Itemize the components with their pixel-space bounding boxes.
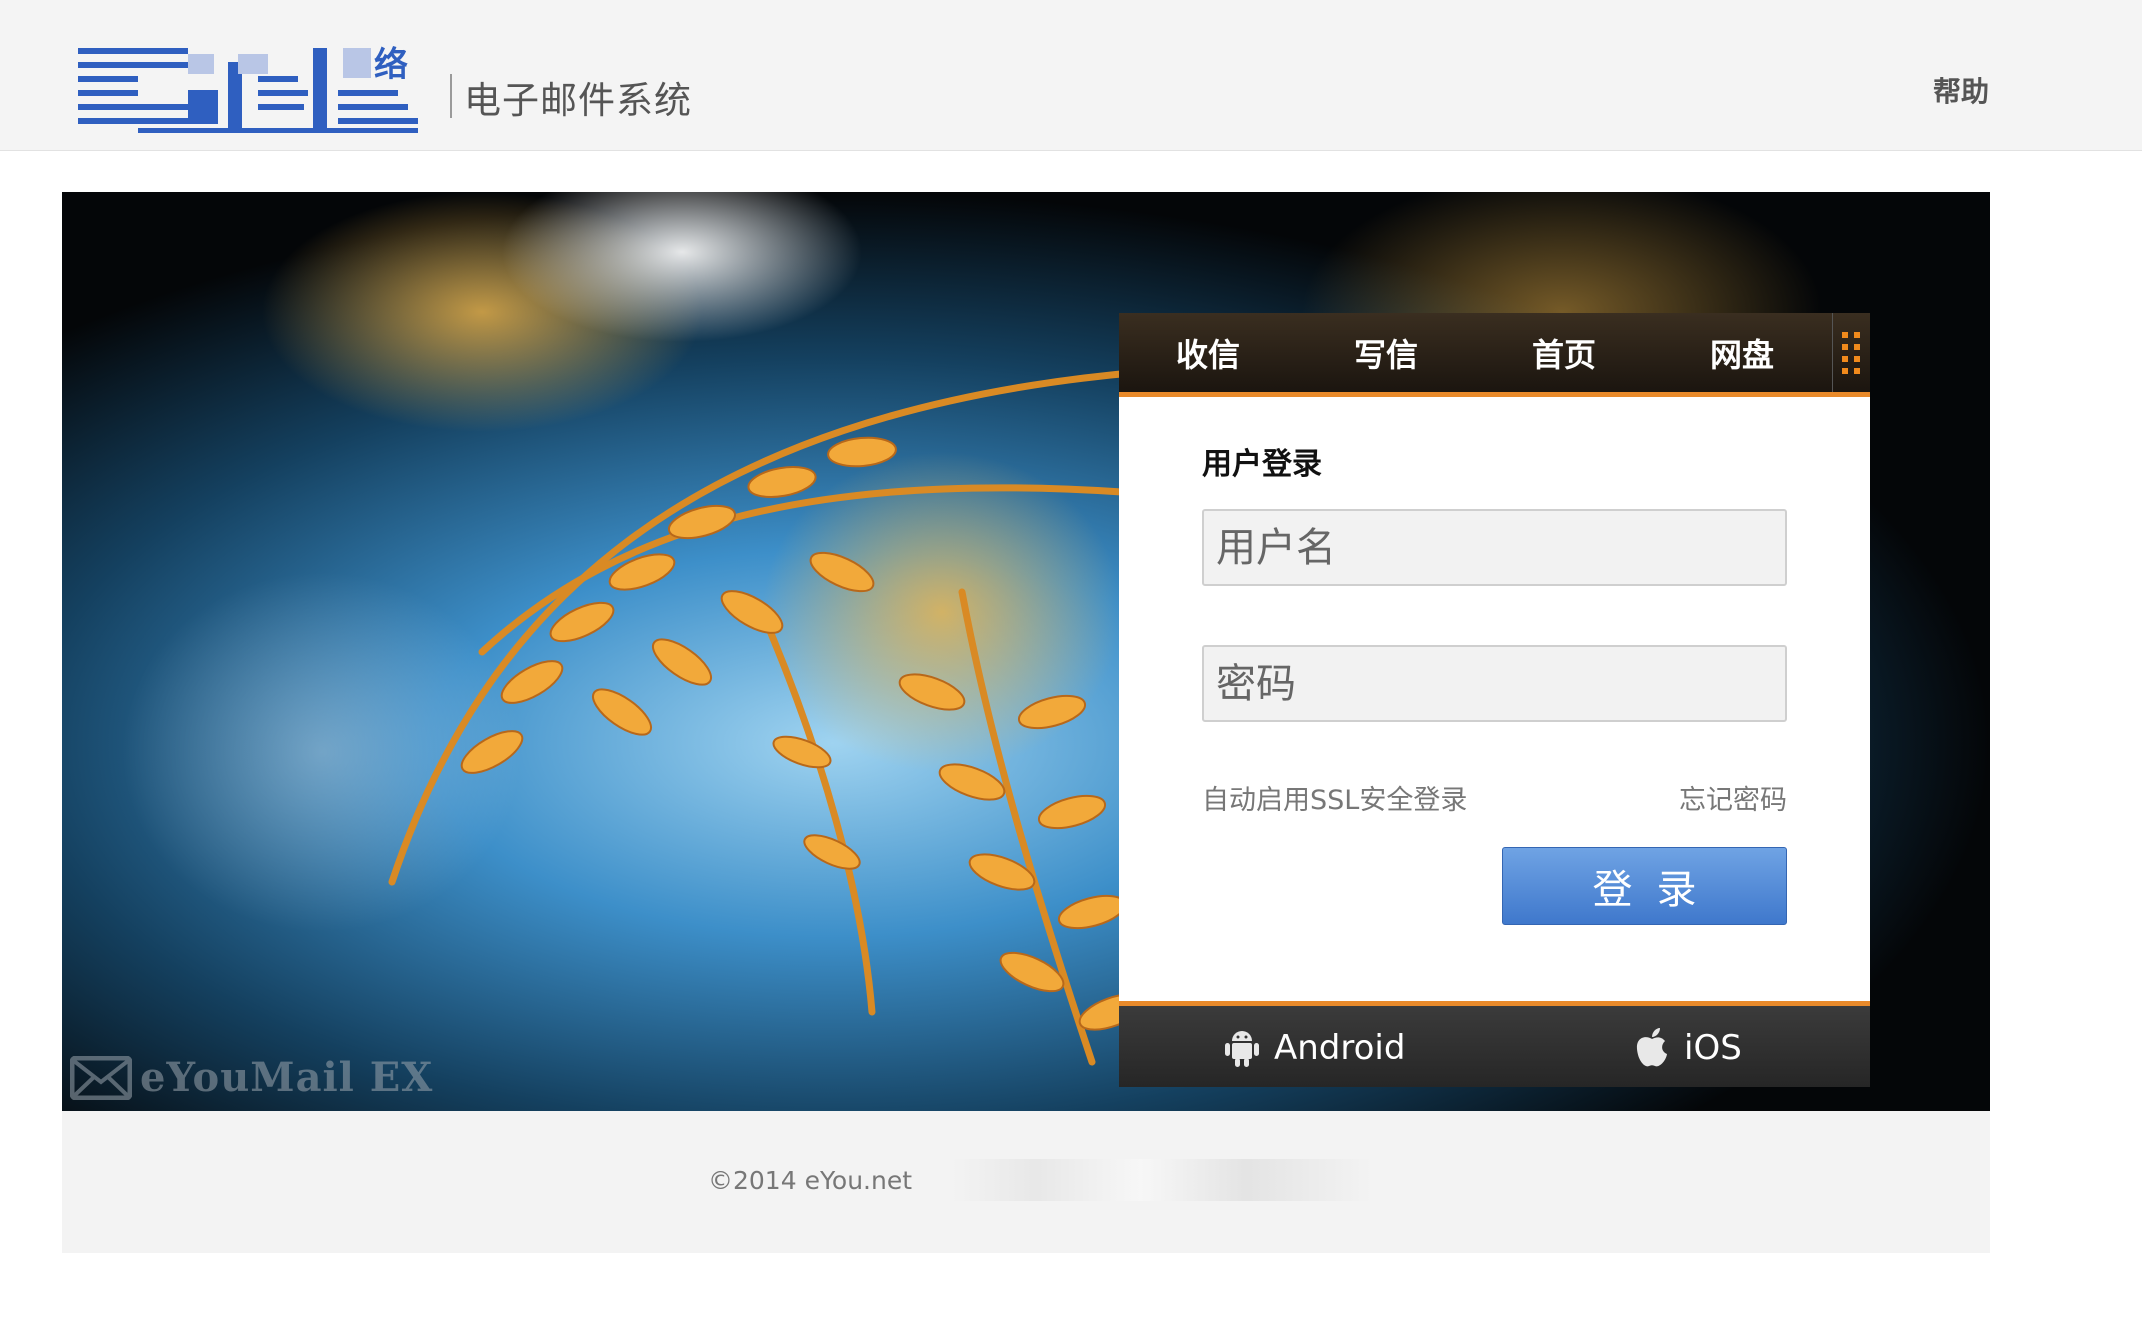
username-input[interactable] <box>1202 509 1787 586</box>
envelope-icon <box>70 1055 132 1100</box>
nav-netdisk[interactable]: 网盘 <box>1653 313 1831 392</box>
help-link[interactable]: 帮助 <box>1933 70 1989 110</box>
copyright-text: ©2014 eYou.net <box>708 1166 913 1195</box>
login-panel: 收信 写信 首页 网盘 用户登录 自动启用SSL安全登录 忘记密码 登录 <box>1119 313 1870 1087</box>
android-app-link[interactable]: Android <box>1224 1020 1405 1076</box>
password-input[interactable] <box>1202 645 1787 722</box>
system-title: 电子邮件系统 <box>464 79 692 122</box>
page-footer: ©2014 eYou.net <box>62 1111 1990 1253</box>
ios-label: iOS <box>1684 1028 1742 1068</box>
android-icon <box>1225 1031 1259 1067</box>
nav-compose[interactable]: 写信 <box>1297 313 1475 392</box>
mobile-apps-bar: Android iOS <box>1119 1001 1870 1087</box>
watermark-text: eYouMail EX <box>140 1054 434 1101</box>
redacted-text <box>952 1159 1372 1201</box>
ssl-login-link[interactable]: 自动启用SSL安全登录 <box>1202 778 1467 817</box>
network-logo-icon: 络 <box>78 45 418 133</box>
login-button[interactable]: 登录 <box>1502 847 1787 925</box>
grid-dots-icon[interactable] <box>1832 313 1870 392</box>
top-header: 络 电子邮件系统 帮助 <box>0 0 2142 151</box>
nav-inbox[interactable]: 收信 <box>1119 313 1297 392</box>
eyoumail-watermark: eYouMail EX <box>70 1054 433 1101</box>
ios-app-link[interactable]: iOS <box>1634 1020 1742 1076</box>
login-heading: 用户登录 <box>1202 447 1322 482</box>
android-label: Android <box>1274 1028 1406 1068</box>
quick-nav: 收信 写信 首页 网盘 <box>1119 313 1870 397</box>
login-form: 用户登录 自动启用SSL安全登录 忘记密码 登录 <box>1119 397 1870 1001</box>
nav-home[interactable]: 首页 <box>1475 313 1653 392</box>
forgot-password-link[interactable]: 忘记密码 <box>1679 778 1787 817</box>
logo-glyph: 络 <box>374 45 408 85</box>
apple-icon <box>1636 1028 1667 1067</box>
logo-divider <box>450 74 452 118</box>
